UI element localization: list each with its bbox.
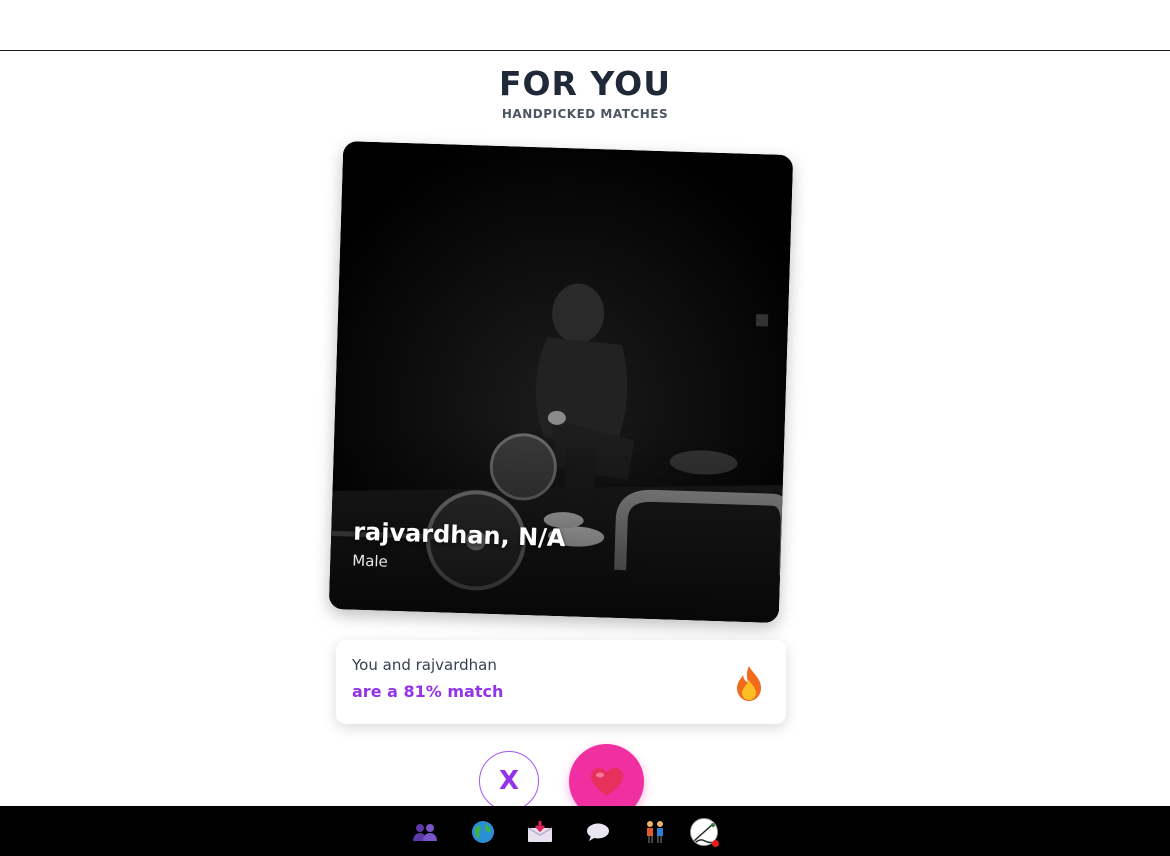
- match-summary: You and rajvardhan are a 81% match: [336, 640, 786, 724]
- page-header: FOR YOU HANDPICKED MATCHES: [0, 64, 1170, 121]
- inbox-icon[interactable]: [526, 818, 554, 846]
- match-text: You and rajvardhan: [352, 656, 497, 674]
- match-percent: are a 81% match: [352, 682, 504, 701]
- page-title: FOR YOU: [498, 64, 672, 103]
- people-icon[interactable]: [411, 818, 439, 846]
- chat-bubble-icon[interactable]: [584, 818, 612, 846]
- page-subtitle: HANDPICKED MATCHES: [501, 107, 669, 121]
- heart-icon: [590, 767, 623, 796]
- couple-icon[interactable]: [641, 818, 669, 846]
- profile-card[interactable]: rajvardhan, N/A Male: [328, 141, 794, 623]
- bottom-nav: [0, 806, 1170, 856]
- profile-info: rajvardhan, N/A Male: [352, 518, 566, 577]
- status-dot: [712, 840, 719, 847]
- profile-name: rajvardhan, N/A: [352, 517, 566, 553]
- globe-icon[interactable]: [469, 818, 497, 846]
- dislike-button[interactable]: X: [479, 751, 539, 811]
- top-bar: [0, 0, 1170, 51]
- fire-icon: [737, 666, 761, 701]
